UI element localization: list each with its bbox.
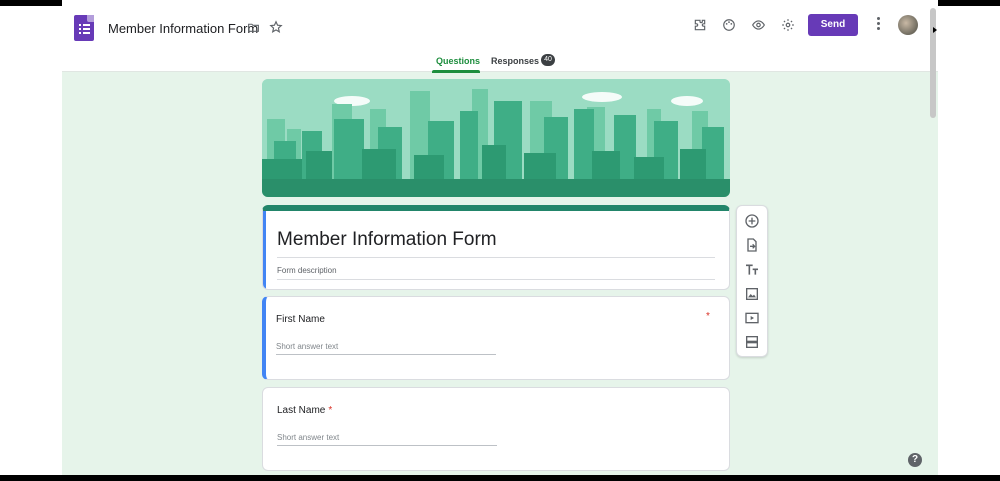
- more-vert-icon[interactable]: [877, 17, 880, 31]
- help-icon[interactable]: ?: [908, 453, 922, 467]
- question-card[interactable]: First Name * Short answer text: [262, 296, 730, 380]
- import-questions-icon[interactable]: [744, 237, 760, 253]
- app-window: Member Information Form Send Questions R…: [62, 0, 938, 481]
- description-underline: [277, 279, 715, 280]
- folder-icon[interactable]: [247, 21, 260, 34]
- responses-count-badge: 40: [541, 54, 555, 66]
- mouse-cursor-icon: [933, 27, 937, 33]
- add-section-icon[interactable]: [744, 334, 760, 350]
- answer-underline: [277, 445, 497, 446]
- screen-border-bottom: [0, 475, 1000, 481]
- add-image-icon[interactable]: [744, 286, 760, 302]
- title-underline: [277, 257, 715, 258]
- required-asterisk: *: [706, 311, 710, 322]
- palette-icon[interactable]: [722, 18, 736, 32]
- form-description-input[interactable]: Form description: [277, 266, 337, 275]
- selected-card-indicator: [263, 211, 266, 289]
- add-title-icon[interactable]: [744, 262, 760, 278]
- avatar[interactable]: [898, 15, 918, 35]
- tab-responses[interactable]: Responses: [491, 56, 539, 66]
- add-question-icon[interactable]: [744, 213, 760, 229]
- scrollbar[interactable]: [930, 8, 936, 118]
- side-toolbar: [736, 205, 768, 357]
- document-title[interactable]: Member Information Form: [108, 21, 258, 36]
- question-card[interactable]: Last Name * Short answer text: [262, 387, 730, 471]
- active-tab-indicator: [432, 70, 480, 73]
- header-image: [262, 79, 730, 197]
- star-icon[interactable]: [269, 20, 283, 34]
- short-answer-placeholder: Short answer text: [277, 433, 340, 442]
- form-title[interactable]: Member Information Form: [277, 229, 497, 251]
- forms-logo-icon[interactable]: [74, 15, 94, 41]
- send-button[interactable]: Send: [808, 14, 858, 36]
- form-title-card[interactable]: Member Information Form Form description: [262, 205, 730, 290]
- short-answer-placeholder: Short answer text: [276, 342, 339, 351]
- preview-eye-icon[interactable]: [751, 18, 766, 32]
- question-title-text: Last Name: [277, 405, 326, 416]
- answer-underline: [276, 354, 496, 355]
- question-title[interactable]: Last Name *: [277, 405, 332, 416]
- add-video-icon[interactable]: [744, 310, 760, 326]
- required-asterisk: *: [328, 405, 333, 416]
- header: Member Information Form Send Questions R…: [62, 6, 938, 73]
- tab-questions[interactable]: Questions: [436, 56, 480, 66]
- addon-puzzle-icon[interactable]: [693, 18, 707, 32]
- settings-gear-icon[interactable]: [781, 18, 795, 32]
- question-title[interactable]: First Name: [276, 314, 325, 325]
